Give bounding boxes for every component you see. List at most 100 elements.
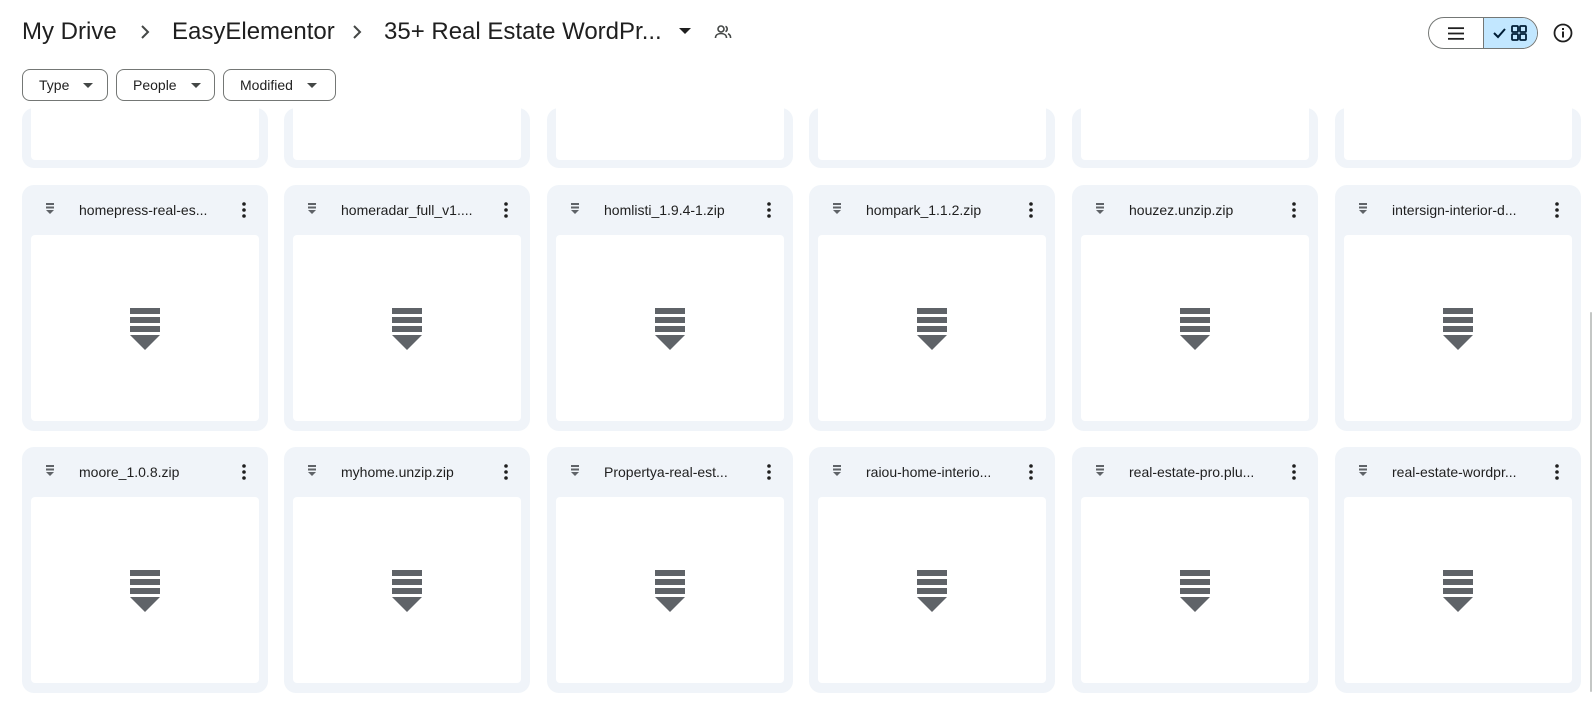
- type-filter-chip[interactable]: Type: [22, 69, 108, 101]
- zip-icon: [655, 308, 685, 350]
- more-options-icon[interactable]: [1019, 198, 1043, 222]
- file-card-header: moore_1.0.8.zip: [22, 447, 268, 497]
- more-options-icon[interactable]: [1545, 198, 1569, 222]
- dropdown-arrow-icon: [306, 82, 317, 88]
- zip-icon: [46, 203, 54, 214]
- more-options-icon[interactable]: [1019, 460, 1043, 484]
- file-name: raiou-home-interio...: [866, 464, 992, 480]
- breadcrumb-current-folder[interactable]: 35+ Real Estate WordPr...: [384, 17, 662, 47]
- file-name: moore_1.0.8.zip: [79, 464, 180, 480]
- more-options-icon[interactable]: [232, 198, 256, 222]
- file-thumbnail: [1344, 497, 1572, 683]
- file-card-header: real-estate-wordpr...: [1335, 447, 1581, 497]
- file-thumbnail: [556, 497, 784, 683]
- breadcrumb-my-drive[interactable]: My Drive: [22, 17, 117, 47]
- more-options-icon[interactable]: [757, 198, 781, 222]
- file-card[interactable]: houzez.unzip.zip: [1072, 185, 1318, 431]
- zip-icon: [917, 308, 947, 350]
- file-card-partial[interactable]: [1072, 108, 1318, 168]
- people-filter-label: People: [133, 77, 177, 93]
- file-thumbnail: [556, 235, 784, 421]
- file-card[interactable]: moore_1.0.8.zip: [22, 447, 268, 693]
- zip-icon: [833, 203, 841, 214]
- chevron-right-icon: [135, 22, 155, 42]
- zip-icon: [1096, 465, 1104, 476]
- modified-filter-chip[interactable]: Modified: [223, 69, 336, 101]
- check-grid-icon: [1493, 25, 1528, 41]
- info-icon[interactable]: [1551, 21, 1575, 45]
- shared-folder-icon[interactable]: [713, 22, 733, 42]
- zip-icon: [655, 570, 685, 612]
- file-card-header: houzez.unzip.zip: [1072, 185, 1318, 235]
- file-card-partial[interactable]: [547, 108, 793, 168]
- breadcrumb-easyelementor[interactable]: EasyElementor: [172, 17, 335, 47]
- file-card-header: Propertya-real-est...: [547, 447, 793, 497]
- file-card[interactable]: homepress-real-es...: [22, 185, 268, 431]
- file-thumbnail: [1344, 108, 1572, 160]
- file-card[interactable]: raiou-home-interio...: [809, 447, 1055, 693]
- file-card-header: real-estate-pro.plu...: [1072, 447, 1318, 497]
- file-name: real-estate-pro.plu...: [1129, 464, 1255, 480]
- zip-icon: [833, 465, 841, 476]
- file-card-header: hompark_1.1.2.zip: [809, 185, 1055, 235]
- file-name: homepress-real-es...: [79, 202, 208, 218]
- file-card-partial[interactable]: [22, 108, 268, 168]
- more-options-icon[interactable]: [494, 460, 518, 484]
- file-thumbnail: [1081, 108, 1309, 160]
- file-card[interactable]: real-estate-wordpr...: [1335, 447, 1581, 693]
- file-thumbnail: [1081, 235, 1309, 421]
- file-card[interactable]: Propertya-real-est...: [547, 447, 793, 693]
- more-options-icon[interactable]: [1545, 460, 1569, 484]
- file-thumbnail: [293, 108, 521, 160]
- type-filter-label: Type: [39, 77, 70, 93]
- zip-icon: [1443, 308, 1473, 350]
- folder-menu-dropdown-icon[interactable]: [679, 28, 691, 34]
- zip-icon: [308, 465, 316, 476]
- zip-icon: [1359, 203, 1367, 214]
- file-thumbnail: [818, 108, 1046, 160]
- file-card[interactable]: real-estate-pro.plu...: [1072, 447, 1318, 693]
- zip-icon: [392, 570, 422, 612]
- more-options-icon[interactable]: [1282, 198, 1306, 222]
- people-filter-chip[interactable]: People: [116, 69, 215, 101]
- grid-view-button[interactable]: [1482, 18, 1537, 48]
- modified-filter-label: Modified: [240, 77, 293, 93]
- zip-icon: [571, 465, 579, 476]
- file-card[interactable]: hompark_1.1.2.zip: [809, 185, 1055, 431]
- file-thumbnail: [293, 497, 521, 683]
- file-thumbnail: [1081, 497, 1309, 683]
- more-options-icon[interactable]: [494, 198, 518, 222]
- zip-icon: [1180, 308, 1210, 350]
- file-name: myhome.unzip.zip: [341, 464, 454, 480]
- more-options-icon[interactable]: [757, 460, 781, 484]
- more-options-icon[interactable]: [1282, 460, 1306, 484]
- file-card-partial[interactable]: [809, 108, 1055, 168]
- more-options-icon[interactable]: [232, 460, 256, 484]
- file-card-header: raiou-home-interio...: [809, 447, 1055, 497]
- zip-icon: [130, 570, 160, 612]
- file-name: real-estate-wordpr...: [1392, 464, 1517, 480]
- file-name: homeradar_full_v1....: [341, 202, 473, 218]
- dropdown-arrow-icon: [190, 82, 201, 88]
- file-thumbnail: [818, 235, 1046, 421]
- list-view-button[interactable]: [1429, 18, 1483, 48]
- file-thumbnail: [31, 235, 259, 421]
- chevron-right-icon: [347, 22, 367, 42]
- file-card[interactable]: myhome.unzip.zip: [284, 447, 530, 693]
- file-card[interactable]: intersign-interior-d...: [1335, 185, 1581, 431]
- file-name: hompark_1.1.2.zip: [866, 202, 982, 218]
- file-card[interactable]: homeradar_full_v1....: [284, 185, 530, 431]
- zip-icon: [571, 203, 579, 214]
- file-thumbnail: [1344, 235, 1572, 421]
- dropdown-arrow-icon: [83, 82, 94, 88]
- zip-icon: [308, 203, 316, 214]
- file-card-header: intersign-interior-d...: [1335, 185, 1581, 235]
- file-card-partial[interactable]: [284, 108, 530, 168]
- file-thumbnail: [818, 497, 1046, 683]
- file-name: intersign-interior-d...: [1392, 202, 1517, 218]
- file-card-partial[interactable]: [1335, 108, 1581, 168]
- file-thumbnail: [31, 497, 259, 683]
- file-thumbnail: [293, 235, 521, 421]
- file-card[interactable]: homlisti_1.9.4-1.zip: [547, 185, 793, 431]
- scrollbar[interactable]: [1590, 312, 1592, 692]
